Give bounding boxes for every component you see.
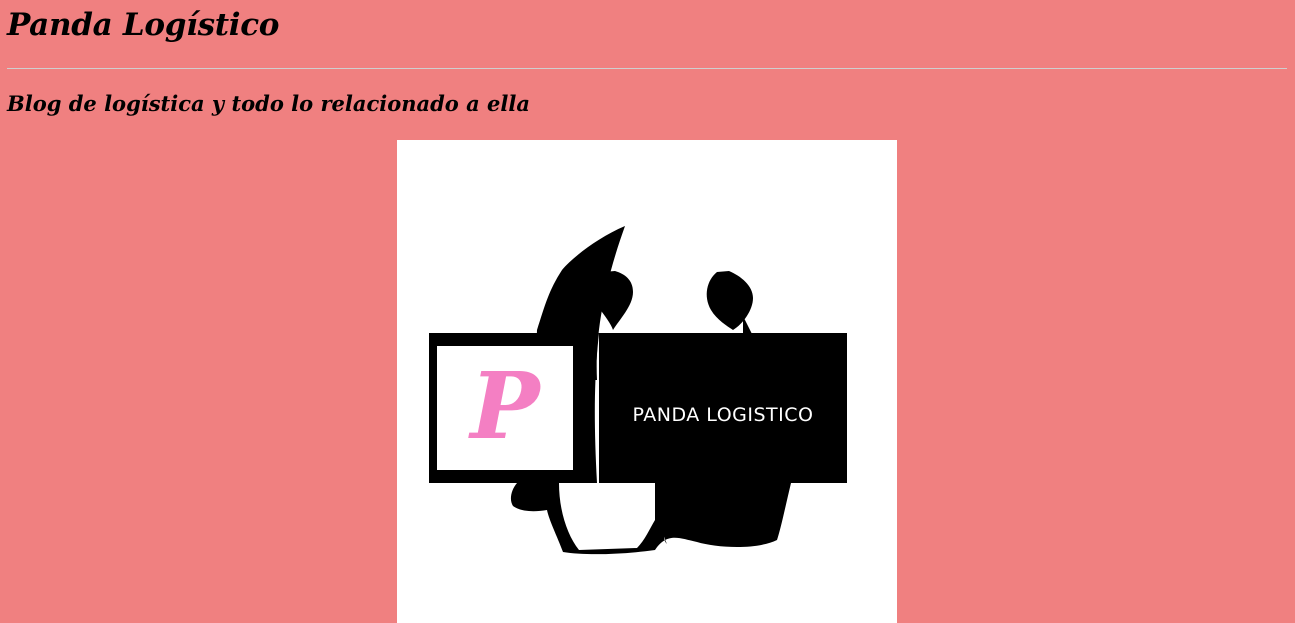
page-title: Panda Logístico — [7, 7, 280, 43]
blog-tagline: Blog de logística y todo lo relacionado … — [7, 91, 530, 116]
logo-image: P PANDA LOGISTICO — [397, 140, 897, 623]
logo-letter: P — [467, 352, 542, 460]
silhouette-body — [577, 333, 599, 483]
logo-wordmark: PANDA LOGISTICO — [633, 404, 814, 426]
silhouette-head-right — [706, 271, 753, 330]
divider — [7, 68, 1287, 69]
silhouette-lower-left — [510, 483, 791, 555]
